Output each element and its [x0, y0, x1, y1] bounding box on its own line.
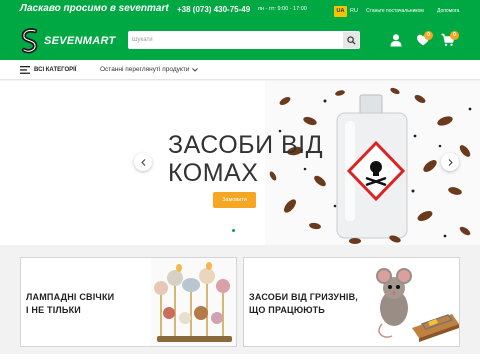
promo-card-candles-line2: І НЕ ТІЛЬКИ — [26, 305, 81, 315]
phone-link[interactable]: +38 (073) 430-75-49 — [177, 5, 250, 14]
hero-banner: ЗАСОБИ ВІД КОМАХ Замовити — [0, 81, 480, 245]
logo-s-icon[interactable] — [20, 28, 40, 54]
mouse-trap-image — [364, 258, 459, 346]
hero-title-line2: КОМАХ — [168, 159, 259, 187]
promo-card-candles-line1: ЛАМПАДНІ СВІЧКИ — [26, 292, 115, 302]
footer-strip — [0, 354, 480, 360]
lang-ua-button[interactable]: UA — [334, 6, 347, 17]
menu-icon — [20, 66, 30, 74]
promo-card-candles[interactable]: ЛАМПАДНІ СВІЧКИ І НЕ ТІЛЬКИ — [20, 257, 237, 347]
lang-ru-button[interactable]: RU — [350, 8, 358, 14]
chevron-down-icon — [192, 67, 199, 72]
user-icon[interactable] — [389, 33, 403, 47]
main-header: SEVENMART 0 0 — [0, 22, 480, 60]
all-categories-button[interactable]: ВСІ КАТЕГОРІЇ — [20, 64, 76, 76]
search-input[interactable] — [132, 33, 337, 47]
search-icon — [346, 35, 356, 45]
wishlist-badge: 0 — [424, 31, 433, 40]
search-bar — [128, 31, 360, 49]
slider-dot-active[interactable] — [232, 229, 235, 232]
all-categories-label: ВСІ КАТЕГОРІЇ — [34, 67, 77, 73]
promo-card-rodents[interactable]: ЗАСОБИ ВІД ГРИЗУНІВ, ЩО ПРАЦЮЮТЬ — [243, 257, 460, 347]
recent-products-dropdown[interactable]: Останні переглянуті продукти — [100, 66, 199, 73]
lamps-candles-image — [151, 258, 236, 346]
chevron-right-icon — [448, 158, 453, 166]
promo-card-rodents-line1: ЗАСОБИ ВІД ГРИЗУНІВ, — [249, 292, 359, 302]
promo-card-rodents-line2: ЩО ПРАЦЮЮТЬ — [249, 305, 325, 315]
cart-badge: 0 — [450, 31, 459, 40]
top-bar: Ласкаво просимо в sevenmart +38 (073) 43… — [0, 0, 480, 22]
become-supplier-link[interactable]: Станьте постачальником — [366, 8, 424, 14]
slider-next-button[interactable] — [441, 153, 459, 171]
nav-bar: ВСІ КАТЕГОРІЇ Останні переглянуті продук… — [0, 60, 480, 80]
promo-card-candles-title: ЛАМПАДНІ СВІЧКИ І НЕ ТІЛЬКИ — [26, 291, 114, 317]
logo-text[interactable]: SEVENMART — [44, 35, 116, 47]
promo-card-rodents-title: ЗАСОБИ ВІД ГРИЗУНІВ, ЩО ПРАЦЮЮТЬ — [249, 291, 358, 317]
search-button[interactable] — [343, 32, 359, 48]
hero-title: ЗАСОБИ ВІД КОМАХ — [168, 131, 323, 187]
slider-prev-button[interactable] — [134, 153, 152, 171]
hero-title-line1: ЗАСОБИ ВІД — [168, 131, 324, 159]
order-button[interactable]: Замовити — [213, 192, 256, 208]
recent-products-label: Останні переглянуті продукти — [100, 66, 190, 73]
help-link[interactable]: Допомога — [437, 8, 459, 14]
working-hours: пн - пт: 9:00 - 17:00 — [258, 6, 307, 12]
chevron-left-icon — [140, 158, 145, 166]
welcome-text: Ласкаво просимо в sevenmart — [20, 3, 169, 14]
